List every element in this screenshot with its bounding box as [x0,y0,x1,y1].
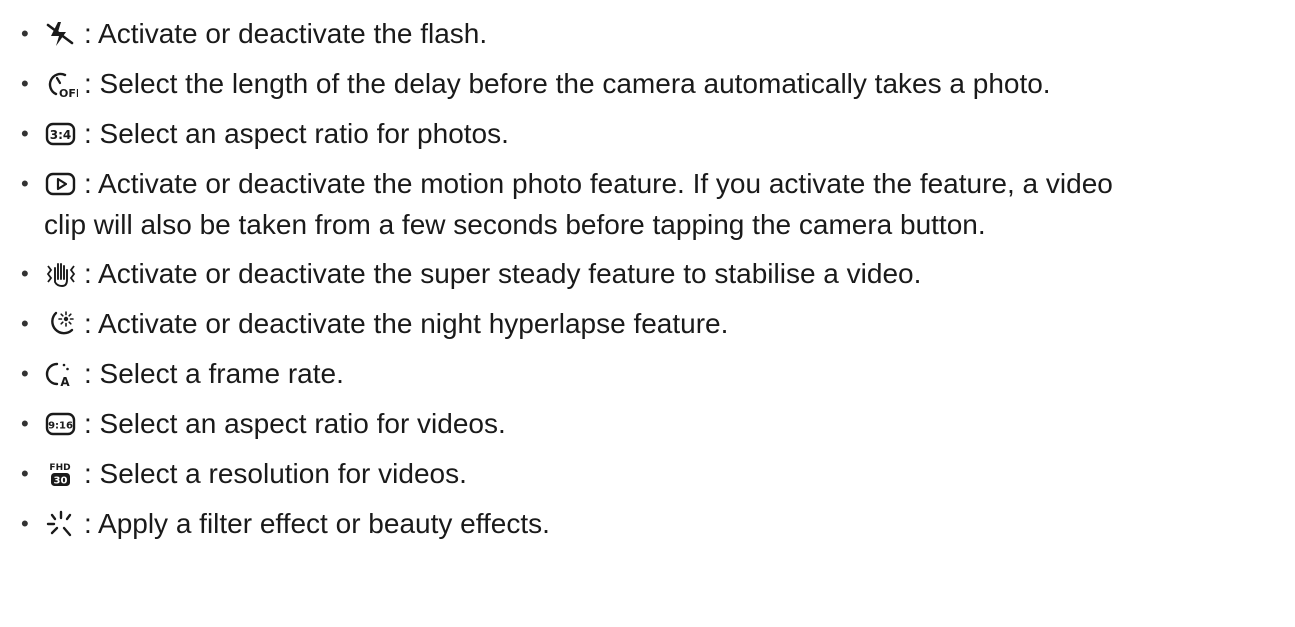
bullet: • [21,461,29,486]
night-hyperlapse-icon [44,309,78,339]
item-text: : Select a frame rate. [84,358,344,389]
bullet: • [21,261,29,286]
timer-off-icon: OFF [44,69,78,99]
svg-text:OFF: OFF [59,87,78,99]
item-text: : Activate or deactivate the night hyper… [84,308,729,339]
svg-text:FHD: FHD [49,463,70,473]
bullet: • [21,511,29,536]
bullet: • [21,311,29,336]
item-text: : Select a resolution for videos. [84,458,467,489]
flash-off-icon [44,19,78,49]
item-text: : Select an aspect ratio for videos. [84,408,506,439]
super-steady-icon [44,259,78,289]
aspect-ratio-9-16-icon: 9:16 [44,409,78,439]
bullet: • [21,71,29,96]
item-text: : Select an aspect ratio for photos. [84,118,509,149]
svg-text:3:4: 3:4 [50,128,72,142]
bullet: • [21,171,29,196]
bullet: • [21,21,29,46]
item-text: : Select the length of the delay before … [84,68,1051,99]
filter-effects-icon [44,509,78,539]
item-text-continued: clip will also be taken from a few secon… [44,209,986,240]
bullet: • [21,411,29,436]
frame-rate-icon: A [44,359,78,389]
svg-text:30: 30 [54,476,68,487]
item-text: : Apply a filter effect or beauty effect… [84,508,550,539]
motion-photo-icon [44,169,78,199]
item-text: : Activate or deactivate the flash. [84,18,488,49]
bullet: • [21,121,29,146]
resolution-fhd-30-icon: FHD 30 [44,459,78,489]
item-text: : Activate or deactivate the super stead… [84,258,922,289]
svg-text:9:16: 9:16 [48,421,73,432]
aspect-ratio-3-4-icon: 3:4 [44,119,78,149]
item-text: : Activate or deactivate the motion phot… [84,168,1113,199]
bullet: • [21,361,29,386]
svg-text:A: A [60,375,70,389]
